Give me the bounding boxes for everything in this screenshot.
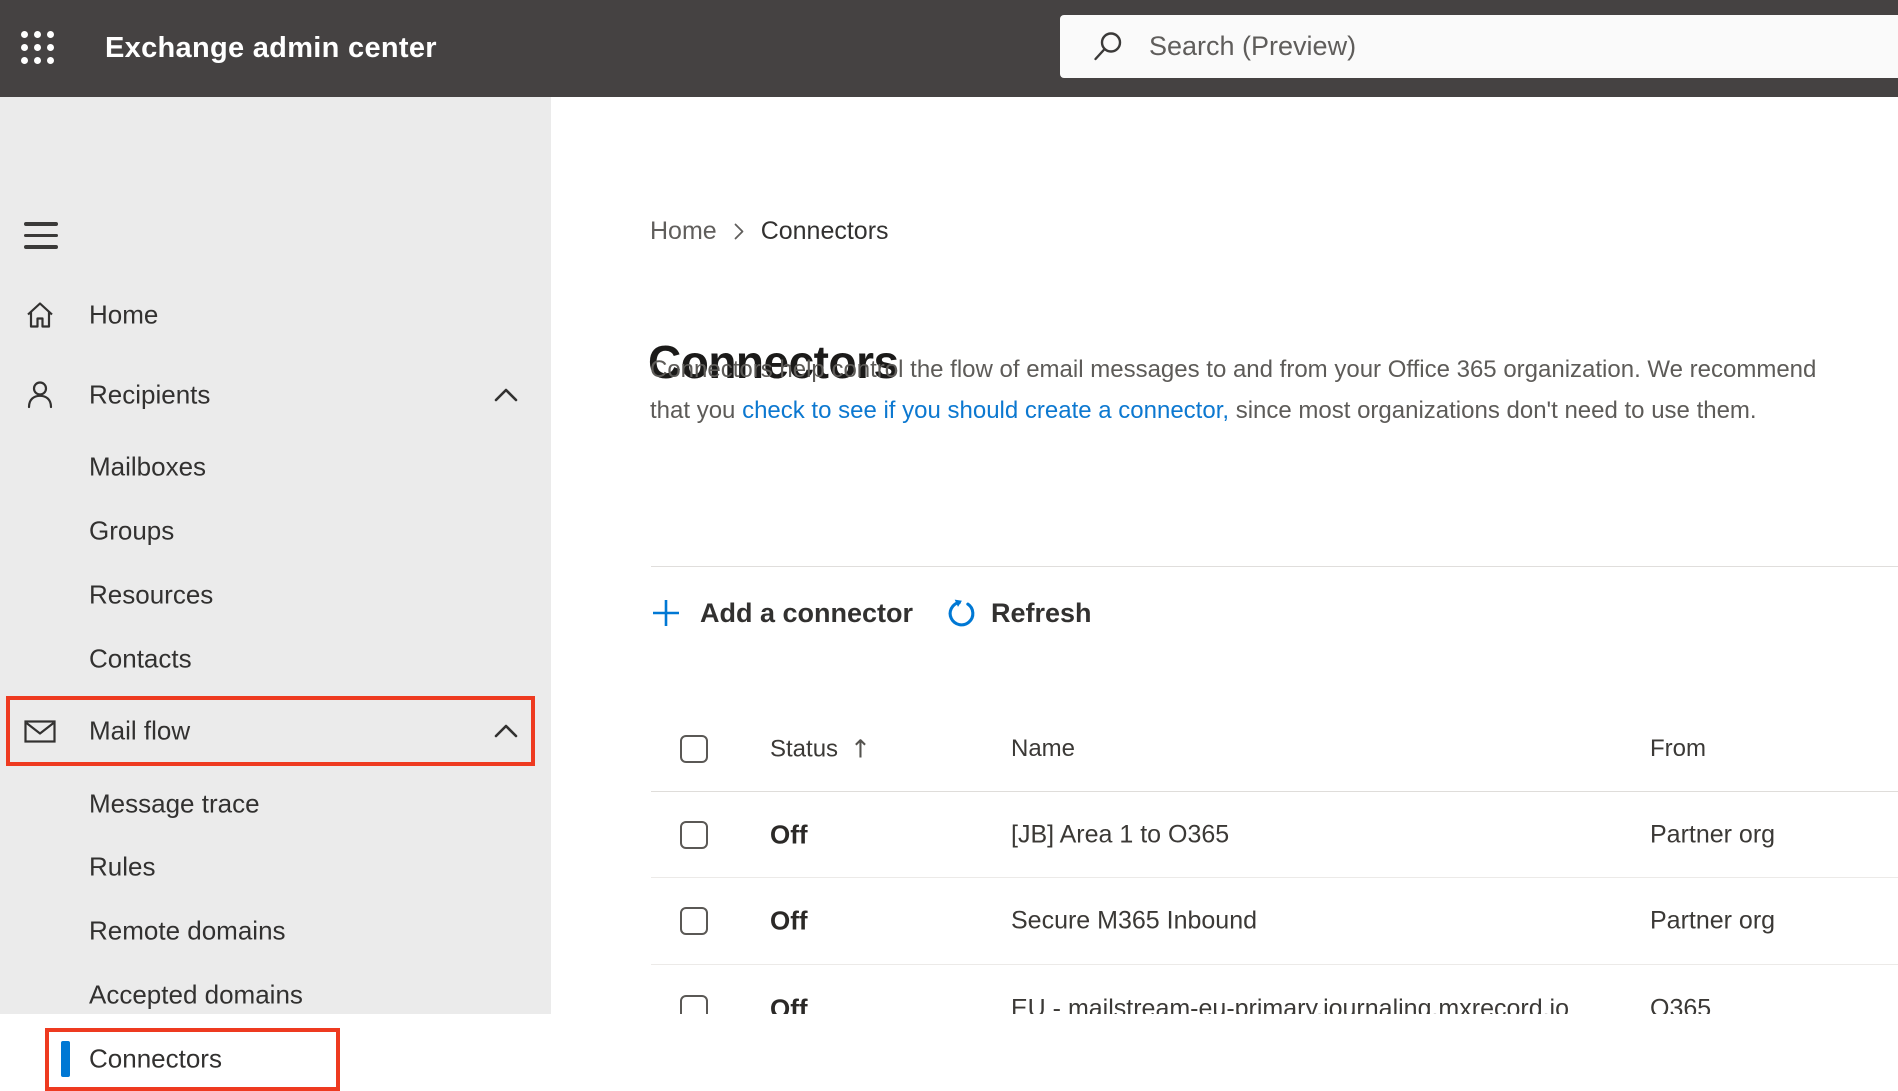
chevron-up-icon[interactable] xyxy=(494,388,518,402)
sidebar-item-label: Home xyxy=(89,299,159,330)
sidebar-item-recipients[interactable]: Recipients xyxy=(0,363,551,427)
sidebar-item-remote-domains[interactable]: Remote domains xyxy=(0,899,551,963)
annotation-box-mail-flow xyxy=(6,696,535,766)
sidebar-item-accepted-domains[interactable]: Accepted domains xyxy=(0,963,551,1027)
table-row[interactable]: Off [JB] Area 1 to O365 Partner org xyxy=(651,792,1898,878)
breadcrumb-current: Connectors xyxy=(760,216,889,245)
cell-from: Partner org xyxy=(1650,820,1776,848)
add-connector-button[interactable]: Add a connector xyxy=(651,588,913,638)
cell-name: [JB] Area 1 to O365 xyxy=(1011,820,1230,848)
cell-status: Off xyxy=(770,905,808,936)
hamburger-menu-icon[interactable] xyxy=(24,222,58,249)
row-checkbox[interactable] xyxy=(680,907,708,935)
sidebar-item-groups[interactable]: Groups xyxy=(0,499,551,563)
person-icon xyxy=(27,381,53,409)
search-input[interactable]: Search (Preview) xyxy=(1060,15,1898,78)
cell-name: Secure M365 Inbound xyxy=(1011,906,1258,935)
home-icon xyxy=(27,302,53,328)
cell-status: Off xyxy=(770,993,808,1014)
sidebar-item-label: Groups xyxy=(89,515,175,546)
app-launcher-icon[interactable] xyxy=(21,31,55,65)
cell-from: O365 xyxy=(1650,994,1712,1014)
page-description: Connectors help control the flow of emai… xyxy=(650,349,1850,431)
column-header-from[interactable]: From xyxy=(1650,735,1706,763)
check-connector-link[interactable]: check to see if you should create a conn… xyxy=(742,397,1229,424)
cell-from: Partner org xyxy=(1650,906,1776,935)
sidebar-item-label: Remote domains xyxy=(89,915,286,946)
add-connector-label: Add a connector xyxy=(700,597,914,628)
sidebar: Home Recipients Mailboxes Groups Resourc… xyxy=(0,97,551,1091)
sidebar-item-rules[interactable]: Rules xyxy=(0,835,551,899)
column-header-name[interactable]: Name xyxy=(1011,735,1075,763)
sidebar-item-mailboxes[interactable]: Mailboxes xyxy=(0,435,551,499)
sidebar-item-label: Recipients xyxy=(89,379,211,410)
sidebar-item-label: Message trace xyxy=(89,788,260,819)
cell-name: EU - mailstream-eu-primary.journaling.mx… xyxy=(1011,994,1570,1014)
refresh-button[interactable]: Refresh xyxy=(945,588,1092,638)
search-icon xyxy=(1094,32,1122,61)
breadcrumb: Home Connectors xyxy=(650,216,889,246)
toolbar-divider xyxy=(651,566,1898,567)
sidebar-item-label: Resources xyxy=(89,579,214,610)
top-bar: Exchange admin center Search (Preview) xyxy=(0,0,1898,97)
sidebar-item-label: Accepted domains xyxy=(89,979,303,1010)
main-content: Home Connectors Connectors Connectors he… xyxy=(551,97,1898,1014)
table-row[interactable]: Off EU - mailstream-eu-primary.journalin… xyxy=(651,965,1898,1014)
column-header-status[interactable]: Status ↑ xyxy=(770,735,871,764)
sidebar-item-resources[interactable]: Resources xyxy=(0,563,551,627)
refresh-label: Refresh xyxy=(991,597,1092,628)
cell-status: Off xyxy=(770,819,808,849)
refresh-icon xyxy=(948,599,975,626)
sidebar-item-label: Mailboxes xyxy=(89,451,207,482)
app-title: Exchange admin center xyxy=(105,32,437,64)
table-row[interactable]: Off Secure M365 Inbound Partner org xyxy=(651,878,1898,965)
sort-ascending-icon: ↑ xyxy=(850,734,871,764)
row-checkbox[interactable] xyxy=(680,820,708,849)
breadcrumb-home[interactable]: Home xyxy=(650,217,717,246)
annotation-box-connectors xyxy=(45,1028,340,1091)
column-header-status-label: Status xyxy=(770,735,839,762)
row-checkbox[interactable] xyxy=(680,994,708,1014)
table-header: Status ↑ Name From xyxy=(651,707,1898,792)
plus-icon xyxy=(653,600,679,626)
search-placeholder: Search (Preview) xyxy=(1149,31,1357,61)
breadcrumb-chevron-icon xyxy=(734,223,744,239)
sidebar-item-home[interactable]: Home xyxy=(0,283,551,347)
sidebar-item-label: Contacts xyxy=(89,643,192,674)
sidebar-item-label: Rules xyxy=(89,851,156,882)
select-all-checkbox[interactable] xyxy=(680,735,708,763)
description-text-after: since most organizations don't need to u… xyxy=(1229,397,1757,424)
sidebar-item-message-trace[interactable]: Message trace xyxy=(0,772,551,836)
sidebar-item-contacts[interactable]: Contacts xyxy=(0,627,551,691)
